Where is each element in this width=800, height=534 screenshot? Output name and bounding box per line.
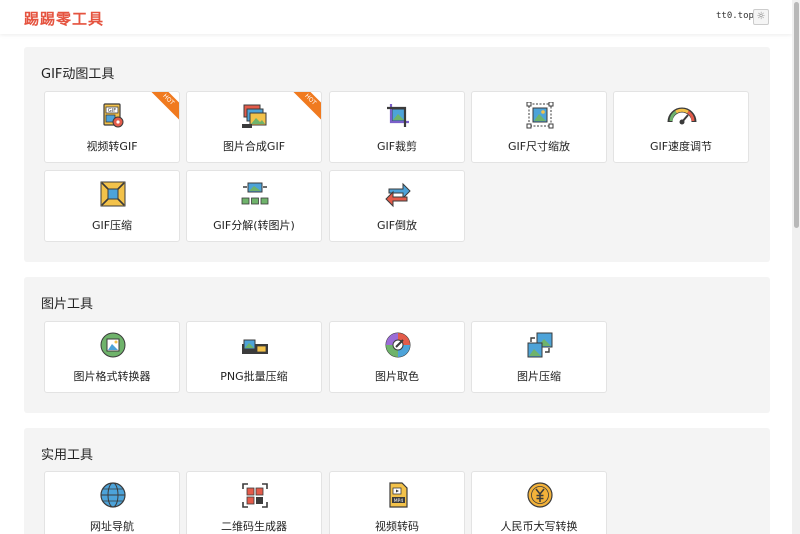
tool-card-url-navigation[interactable]: 网址导航 — [44, 471, 180, 534]
tool-card-label: 人民币大写转换 — [500, 520, 578, 533]
svg-text:MP4: MP4 — [394, 498, 404, 504]
crop-icon — [387, 104, 409, 127]
tool-card-gif-speed[interactable]: GIF速度调节 — [613, 91, 749, 163]
section-practical-tools: 实用工具 网址导航 二维码生成器 MP4 视频转码 人民币大写转换 — [24, 428, 770, 534]
color-picker-icon — [385, 332, 411, 358]
images-to-gif-icon — [242, 104, 267, 128]
theme-toggle-button[interactable]: ☼ — [753, 9, 769, 25]
tool-card-format-convert[interactable]: 图片格式转换器 — [44, 321, 180, 393]
tool-card-video-transcode[interactable]: MP4 视频转码 — [329, 471, 465, 534]
tool-card-label: GIF分解(转图片) — [213, 219, 295, 232]
tool-card-image-compress[interactable]: 图片压缩 — [471, 321, 607, 393]
tool-card-label: GIF裁剪 — [376, 140, 418, 153]
hot-badge: HOT — [144, 92, 179, 124]
tool-card-label: 视频转GIF — [86, 140, 138, 153]
site-logo[interactable]: 踢踢零工具 — [24, 8, 104, 29]
tool-card-rmb-uppercase[interactable]: 人民币大写转换 — [471, 471, 607, 534]
svg-text:GIF: GIF — [108, 108, 116, 114]
site-domain: tt0.top — [716, 11, 754, 21]
image-compress-icon — [527, 332, 553, 358]
tool-card-gif-reverse[interactable]: GIF倒放 — [329, 170, 465, 242]
yuan-coin-icon — [527, 482, 553, 508]
section-title: 图片工具 — [41, 297, 94, 312]
tool-card-png-batch-compress[interactable]: PNG批量压缩 — [186, 321, 322, 393]
mp4-file-icon: MP4 — [389, 482, 408, 508]
resize-icon — [526, 102, 554, 129]
section-image-tools: 图片工具 图片格式转换器 PNG批量压缩 图片取色 图片压缩 — [24, 277, 770, 413]
tool-card-label: 图片格式转换器 — [73, 370, 151, 383]
compress-icon — [100, 181, 126, 207]
top-bar: 踢踢零工具 tt0.top ☼ — [0, 0, 792, 34]
format-convert-icon — [100, 332, 126, 358]
split-frames-icon — [241, 182, 269, 205]
section-gif-tools: GIF动图工具 GIF 视频转GIF HOT 图片合成GIF HOT GIF裁剪… — [24, 47, 770, 262]
tool-card-color-picker[interactable]: 图片取色 — [329, 321, 465, 393]
tool-card-label: 图片合成GIF — [222, 140, 286, 153]
tool-card-gif-crop[interactable]: GIF裁剪 — [329, 91, 465, 163]
qrcode-icon — [242, 483, 268, 508]
tool-card-label: GIF速度调节 — [649, 140, 713, 153]
reverse-icon — [385, 182, 411, 208]
speedometer-icon — [667, 107, 697, 125]
tool-card-label: PNG批量压缩 — [220, 370, 288, 383]
scrollbar-thumb[interactable] — [794, 2, 799, 228]
tool-card-qrcode-generator[interactable]: 二维码生成器 — [186, 471, 322, 534]
tool-card-video-to-gif[interactable]: GIF 视频转GIF HOT — [44, 91, 180, 163]
batch-compress-icon — [242, 339, 268, 354]
video-to-gif-icon: GIF — [103, 103, 124, 128]
tool-card-label: 网址导航 — [90, 520, 134, 533]
tool-card-label: 视频转码 — [375, 520, 419, 533]
tool-card-label: 图片取色 — [375, 370, 419, 383]
section-title: 实用工具 — [41, 448, 94, 463]
tool-card-label: 图片压缩 — [517, 370, 561, 383]
section-title: GIF动图工具 — [41, 67, 115, 82]
tool-card-label: 二维码生成器 — [221, 520, 287, 533]
tool-card-label: GIF压缩 — [91, 219, 133, 232]
tool-card-gif-split[interactable]: GIF分解(转图片) — [186, 170, 322, 242]
tool-card-gif-compress[interactable]: GIF压缩 — [44, 170, 180, 242]
tool-card-label: GIF尺寸缩放 — [507, 140, 571, 153]
tool-card-gif-resize[interactable]: GIF尺寸缩放 — [471, 91, 607, 163]
hot-badge: HOT — [286, 92, 321, 124]
globe-icon — [100, 482, 126, 508]
tool-card-label: GIF倒放 — [376, 219, 418, 232]
tool-card-images-to-gif[interactable]: 图片合成GIF HOT — [186, 91, 322, 163]
sun-icon: ☼ — [756, 11, 766, 22]
